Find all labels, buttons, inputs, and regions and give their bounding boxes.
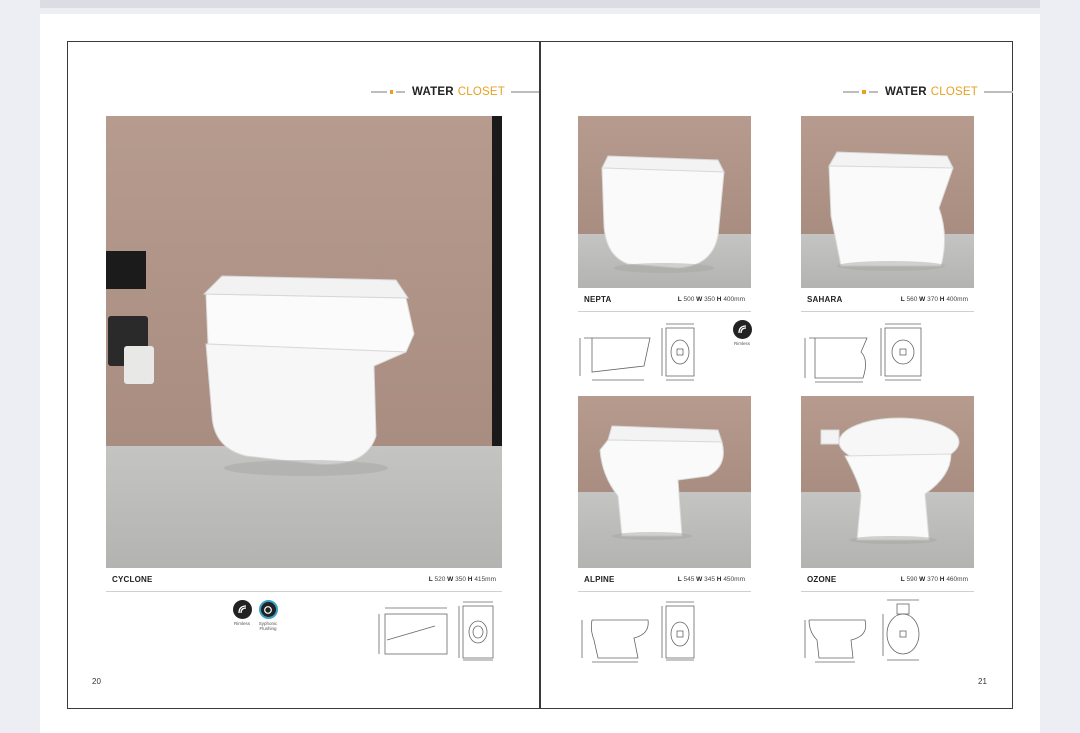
- header-title-accent: CLOSET: [930, 86, 978, 98]
- rimless-icon: [232, 600, 252, 619]
- sahara-toilet-drawing: [828, 151, 954, 271]
- product-dimensions: L 545 W 345 H 450mm: [677, 576, 745, 583]
- sahara-caption: SAHARA L 560 W 370 H 400mm: [801, 288, 974, 312]
- nepta-product-photo: [578, 116, 751, 288]
- sahara-technical-drawing: [804, 323, 922, 383]
- cyclone-caption: CYCLONE L 520 W 350 H 415mm: [106, 568, 502, 592]
- product-name: CYCLONE: [112, 575, 153, 584]
- product-dimensions: L 560 W 370 H 400mm: [900, 296, 968, 303]
- sahara-product-photo: [801, 116, 974, 288]
- product-name: OZONE: [807, 575, 837, 584]
- header-title-accent: CLOSET: [457, 86, 505, 98]
- spread-divider: [539, 41, 541, 709]
- product-name: NEPTA: [584, 295, 612, 304]
- alpine-toilet-drawing: [599, 425, 724, 540]
- ozone-product-photo: [801, 396, 974, 568]
- header-title-bold: WATER: [412, 86, 454, 98]
- cyclone-toilet-drawing: [202, 275, 415, 476]
- cyclone-technical-drawing: [378, 601, 494, 661]
- nepta-toilet-drawing: [601, 155, 725, 273]
- rimless-icon: [732, 320, 752, 339]
- header-title-bold: WATER: [885, 86, 927, 98]
- nepta-caption: NEPTA L 500 W 350 H 400mm: [578, 288, 751, 312]
- siphonic-icon: [258, 600, 278, 619]
- viewer-top-bar: [40, 0, 1040, 8]
- alpine-product-photo: [578, 396, 751, 568]
- right-page-header: WATER CLOSET: [843, 85, 1013, 99]
- product-dimensions: L 500 W 350 H 400mm: [677, 296, 745, 303]
- rimless-badge: Rimless: [730, 320, 754, 346]
- ozone-toilet-drawing: [820, 417, 960, 544]
- product-dimensions: L 520 W 350 H 415mm: [428, 576, 496, 583]
- siphonic-badge: Syphonic Flushing: [255, 600, 281, 632]
- nepta-technical-drawing: [579, 323, 695, 381]
- product-name: SAHARA: [807, 295, 843, 304]
- right-page-number: 21: [978, 677, 987, 686]
- left-page-header: WATER CLOSET: [371, 85, 539, 99]
- cyclone-product-photo: [106, 116, 502, 568]
- product-dimensions: L 590 W 370 H 460mm: [900, 576, 968, 583]
- left-page-number: 20: [92, 677, 101, 686]
- ozone-caption: OZONE L 590 W 370 H 460mm: [801, 568, 974, 592]
- alpine-caption: ALPINE L 545 W 345 H 450mm: [578, 568, 751, 592]
- header-accent-dot: [389, 90, 394, 94]
- product-name: ALPINE: [584, 575, 615, 584]
- alpine-technical-drawing: [581, 601, 695, 663]
- ozone-technical-drawing: [804, 599, 920, 663]
- header-accent-dot: [862, 90, 866, 94]
- rimless-badge: Rimless: [230, 600, 254, 626]
